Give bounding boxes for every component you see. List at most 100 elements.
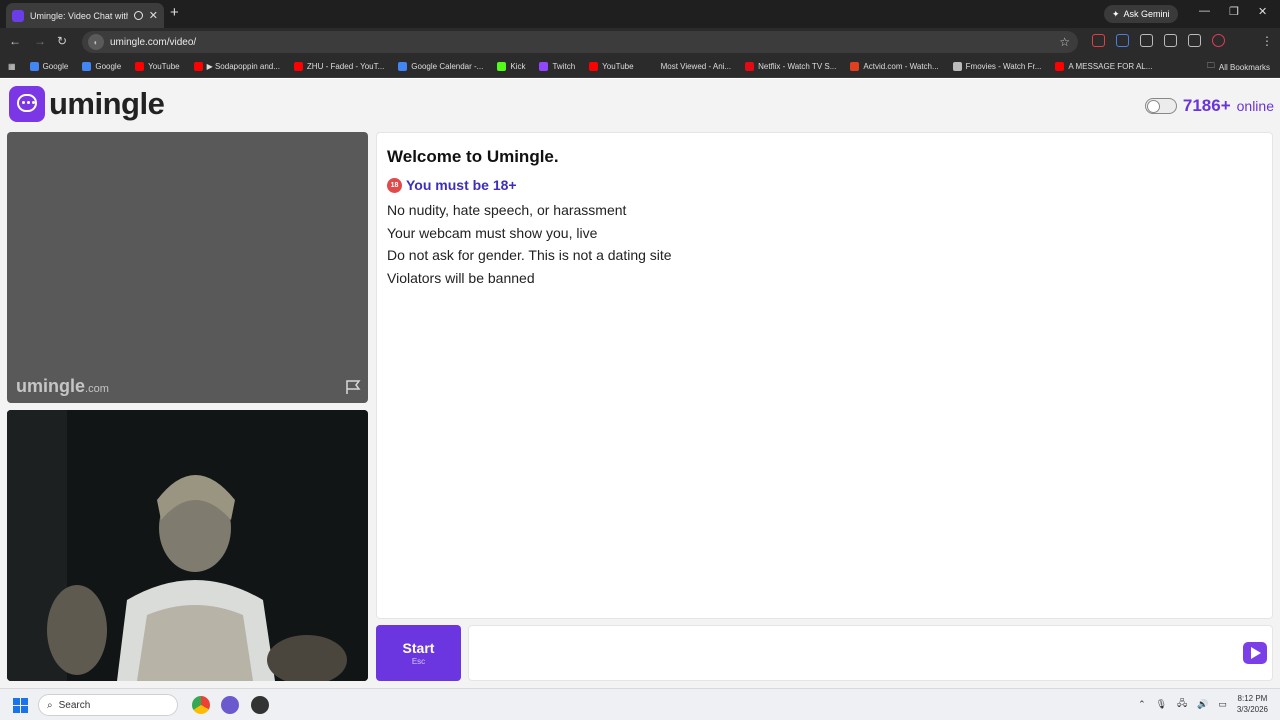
bookmark-label: Most Viewed - Ani... <box>660 62 732 71</box>
all-bookmarks-label: All Bookmarks <box>1218 62 1270 72</box>
webcam-feed-image <box>7 410 368 681</box>
battery-icon[interactable]: ▭ <box>1218 699 1227 710</box>
video-watermark: umingle.com <box>16 376 109 396</box>
start-button[interactable]: Start Esc <box>376 625 461 681</box>
cast-icon[interactable] <box>1164 34 1177 47</box>
ask-gemini-label: Ask Gemini <box>1123 9 1170 19</box>
close-tab-icon[interactable]: ✕ <box>149 9 158 22</box>
bookmark-favicon-icon <box>29 62 39 71</box>
rule-item: No nudity, hate speech, or harassment <box>387 202 627 218</box>
bookmark-label: Twitch <box>552 62 576 71</box>
extension-icons <box>1092 34 1225 47</box>
bookmark-favicon-icon <box>850 62 860 71</box>
new-tab-button[interactable]: + <box>170 4 179 21</box>
apps-icon[interactable]: ▦ <box>8 62 16 71</box>
site-info-icon[interactable]: ◐ <box>88 34 104 50</box>
bookmark-favicon-icon <box>135 62 145 71</box>
welcome-heading: Welcome to Umingle. <box>387 147 559 166</box>
logo-text: umingle <box>49 86 165 121</box>
stranger-video: umingle.com <box>7 132 368 403</box>
bookmark-favicon-icon <box>647 62 657 71</box>
chrome-icon[interactable] <box>192 696 210 714</box>
chat-bubble-logo-icon <box>9 86 45 122</box>
bookmark-item[interactable]: ▶ Sodapoppin and... <box>193 62 280 71</box>
rule-item: Violators will be banned <box>387 270 535 287</box>
taskbar-search[interactable]: ⌕ Search <box>38 694 178 716</box>
bookmark-favicon-icon <box>193 62 203 71</box>
bookmark-item[interactable]: Twitch <box>539 62 575 71</box>
menu-icon[interactable]: ⋮ <box>1261 34 1273 48</box>
bookmarks-bar: ▦ Google Google YouTube ▶ Sodapoppin and...… <box>0 56 1280 78</box>
puzzle-icon[interactable] <box>1140 34 1153 47</box>
bookmark-item[interactable]: A MESSAGE FOR AL... <box>1055 62 1152 71</box>
profile-icon[interactable] <box>1212 34 1225 47</box>
bookmark-favicon-icon <box>497 62 507 71</box>
maximize-button[interactable]: ❐ <box>1229 5 1239 18</box>
discord-icon[interactable] <box>221 696 239 714</box>
umingle-favicon-icon <box>12 9 24 22</box>
volume-icon[interactable]: 🔊 <box>1197 699 1208 710</box>
address-bar[interactable]: ◐ umingle.com/video/ ☆ <box>82 31 1078 53</box>
start-shortcut: Esc <box>411 657 426 666</box>
app-icon[interactable] <box>251 696 269 714</box>
age-notice-text: You must be 18+ <box>406 177 517 193</box>
tray-overflow-icon[interactable]: ⌃ <box>1138 699 1146 710</box>
bookmark-favicon-icon <box>293 62 303 71</box>
bookmark-item[interactable]: Actvid.com - Watch... <box>850 62 939 71</box>
age-restriction-icon: 18 <box>387 177 402 193</box>
gemini-icon: ✦ <box>1112 8 1120 19</box>
report-flag-icon[interactable] <box>345 379 362 395</box>
online-count: 7186+ <box>1182 96 1231 115</box>
site-logo[interactable]: umingle <box>9 86 165 122</box>
clock[interactable]: 8:12 PM 3/3/2026 <box>1237 693 1268 715</box>
bookmark-favicon-icon <box>539 62 549 71</box>
bookmark-item[interactable]: Most Viewed - Ani... <box>647 62 732 71</box>
theme-toggle[interactable] <box>1144 98 1177 114</box>
network-icon[interactable]: 🖧 <box>1177 696 1187 712</box>
bookmark-item[interactable]: Google <box>82 62 121 71</box>
windows-start-icon[interactable] <box>13 698 28 713</box>
bookmark-item[interactable]: Google <box>29 62 69 71</box>
chat-panel: Welcome to Umingle. 18 You must be 18+ N… <box>376 132 1273 619</box>
search-icon: ⌕ <box>47 699 53 711</box>
bookmark-label: Actvid.com - Watch... <box>863 62 939 71</box>
bookmark-item[interactable]: Fmovies - Watch Fr... <box>952 62 1042 71</box>
online-indicator: 7186+ online <box>1144 96 1274 116</box>
bookmark-favicon-icon <box>82 62 92 71</box>
forward-button[interactable]: → <box>34 34 46 48</box>
extension-icon[interactable] <box>1092 34 1105 47</box>
close-window-button[interactable]: ✕ <box>1258 5 1267 18</box>
bookmark-item[interactable]: Google Calendar -... <box>398 62 483 71</box>
browser-toolbar: ← → ↻ ◐ umingle.com/video/ ☆ ⋮ <box>0 28 1280 56</box>
bookmark-favicon-icon <box>745 62 755 71</box>
all-bookmarks-button[interactable]: 🗀 All Bookmarks <box>1207 60 1270 74</box>
message-input[interactable] <box>468 625 1273 681</box>
minimize-button[interactable]: — <box>1199 5 1210 17</box>
rule-item: Your webcam must show you, live <box>387 224 598 241</box>
bookmark-item[interactable]: Kick <box>497 62 525 71</box>
bookmark-item[interactable]: YouTube <box>135 62 180 71</box>
back-button[interactable]: ← <box>9 34 21 48</box>
bookmark-favicon-icon <box>1055 62 1065 71</box>
ask-gemini-button[interactable]: ✦ Ask Gemini <box>1104 5 1178 23</box>
bookmark-label: Fmovies - Watch Fr... <box>965 62 1042 71</box>
age-notice: 18 You must be 18+ <box>387 177 1262 193</box>
bookmark-label: Google <box>95 62 122 71</box>
reload-button[interactable]: ↻ <box>57 34 67 48</box>
bookmark-item[interactable]: ZHU - Faded - YouT... <box>293 62 384 71</box>
bookmark-label: YouTube <box>148 62 180 71</box>
extension-icon[interactable] <box>1116 34 1129 47</box>
bookmark-item[interactable]: Netflix - Watch TV S... <box>745 62 836 71</box>
online-label: online <box>1236 98 1274 114</box>
bookmark-favicon-icon <box>952 62 962 71</box>
bookmark-favicon-icon <box>589 62 599 71</box>
microphone-icon[interactable]: 🎙 <box>1156 699 1167 710</box>
bookmark-label: Google <box>42 62 69 71</box>
bookmark-star-icon[interactable]: ☆ <box>1059 35 1070 49</box>
browser-tab[interactable]: Umingle: Video Chat with S ✕ <box>6 3 164 28</box>
bookmark-item[interactable]: YouTube <box>589 62 634 71</box>
tab-title: Umingle: Video Chat with S <box>30 10 128 21</box>
media-icon[interactable] <box>1188 34 1201 47</box>
system-tray: ⌃ 🎙 🖧 🔊 ▭ 8:12 PM 3/3/2026 <box>1138 693 1268 715</box>
send-icon[interactable] <box>1243 642 1267 664</box>
